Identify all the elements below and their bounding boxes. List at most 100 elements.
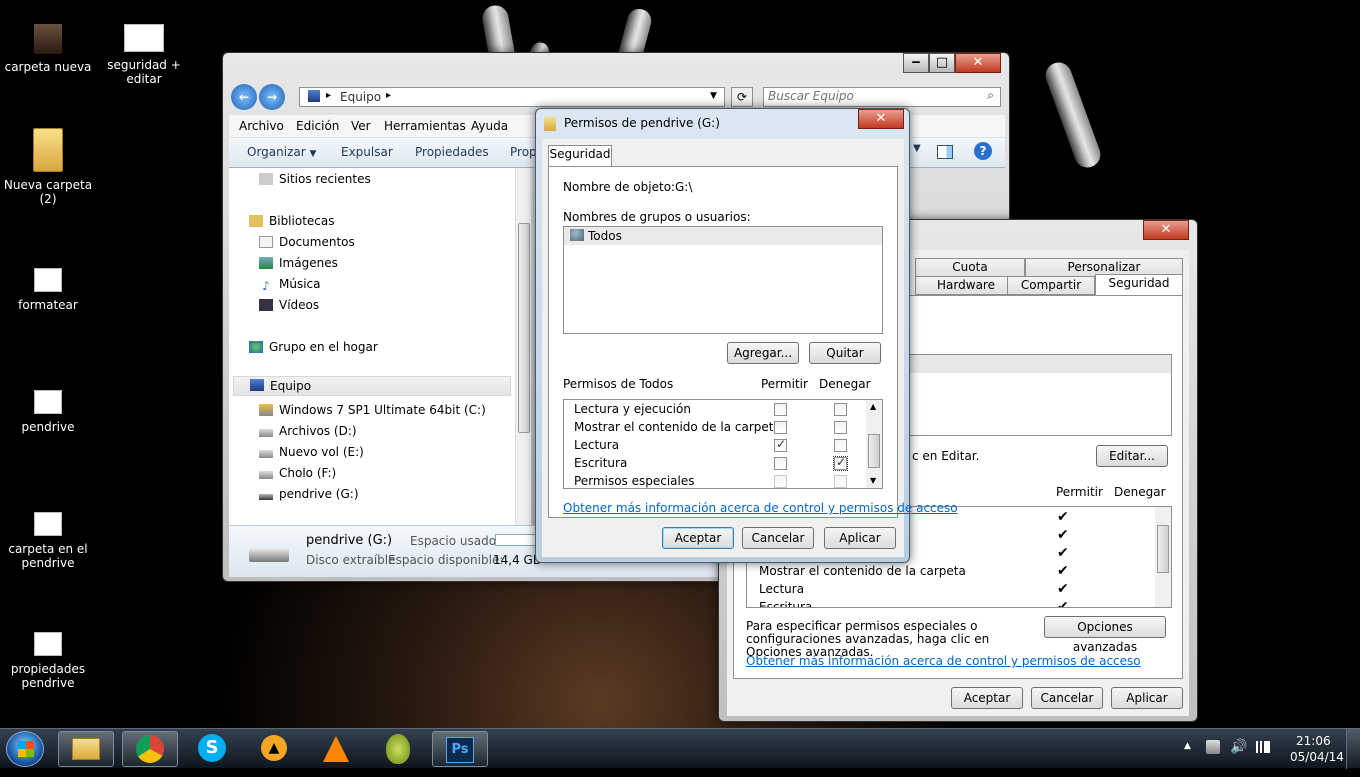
cancel-button[interactable]: Cancelar [742, 527, 814, 549]
search-input[interactable] [768, 89, 968, 103]
view-options-icon[interactable]: ▼ [913, 143, 921, 154]
image-thumbnail-icon [34, 390, 62, 414]
nav-drive-f[interactable]: Cholo (F:) [259, 466, 336, 480]
desktop-icon-carpeta-nueva[interactable]: carpeta nueva [0, 24, 96, 74]
search-box[interactable]: ⌕ [763, 87, 1001, 107]
nav-drive-g[interactable]: pendrive (G:) [259, 487, 359, 501]
menu-herramientas[interactable]: Herramientas [384, 119, 466, 133]
add-button[interactable]: Agregar... [727, 342, 799, 364]
desktop-icon-seguridad-editar[interactable]: seguridad + editar [96, 24, 192, 86]
nav-imagenes[interactable]: Imágenes [259, 256, 338, 270]
more-info-link[interactable]: Obtener más información acerca de contro… [563, 501, 958, 515]
help-icon[interactable]: ? [974, 142, 992, 160]
maximize-button[interactable]: □ [929, 53, 955, 73]
taskbar-vlc[interactable] [308, 731, 364, 767]
clock-date[interactable]: 05/04/14 [1290, 750, 1344, 764]
expulsar-button[interactable]: Expulsar [341, 145, 393, 159]
start-button[interactable] [6, 731, 44, 767]
show-desktop-button[interactable] [1346, 729, 1360, 769]
desktop-icon-nueva-carpeta-2[interactable]: Nueva carpeta (2) [0, 128, 96, 206]
ok-button[interactable]: Aceptar [951, 687, 1023, 709]
address-bar[interactable]: ▸ Equipo ▸ ▼ [299, 87, 725, 107]
organizar-button[interactable]: Organizar ▼ [247, 145, 316, 159]
network-icon[interactable] [1256, 741, 1270, 753]
menu-archivo[interactable]: Archivo [239, 119, 284, 133]
propiedades-sistema-button[interactable]: Prop [510, 145, 537, 159]
allow-checkbox[interactable] [774, 457, 787, 470]
deny-checkbox[interactable] [834, 421, 847, 434]
dialog-tab-panel: Nombre de objeto: G:\ Nombres de grupos … [548, 166, 958, 518]
remove-button[interactable]: Quitar [809, 342, 881, 364]
allow-checkbox[interactable] [774, 437, 787, 452]
permissions-list[interactable]: Lectura y ejecución Mostrar el contenido… [563, 399, 883, 489]
search-icon[interactable]: ⌕ [987, 88, 994, 103]
close-button[interactable]: ✕ [858, 109, 904, 129]
permissions-scrollbar[interactable] [1155, 507, 1171, 607]
minimize-button[interactable]: ‒ [903, 53, 929, 73]
tab-hardware[interactable]: Hardware [915, 276, 1017, 295]
apply-button[interactable]: Aplicar [1111, 687, 1183, 709]
more-info-link[interactable]: Obtener más información acerca de contro… [746, 654, 1141, 668]
deny-checkbox[interactable] [833, 455, 848, 471]
taskbar-aimp[interactable]: ▲ [246, 731, 302, 767]
nav-drive-e[interactable]: Nuevo vol (E:) [259, 445, 364, 459]
menu-edicion[interactable]: Edición [296, 119, 339, 133]
nav-equipo-selected[interactable]: Equipo [233, 376, 511, 396]
nav-documentos[interactable]: Documentos [259, 235, 355, 249]
show-hidden-icons[interactable]: ▲ [1184, 741, 1191, 751]
safely-remove-icon[interactable] [1206, 740, 1220, 754]
nav-grupo-hogar[interactable]: Grupo en el hogar [249, 340, 378, 354]
allow-checkbox[interactable] [774, 403, 787, 416]
edit-button[interactable]: Editar... [1096, 445, 1168, 467]
propiedades-button[interactable]: Propiedades [415, 145, 489, 159]
list-item-todos[interactable]: Todos [564, 227, 882, 245]
taskbar-photoshop[interactable]: Ps [432, 731, 488, 767]
menu-ayuda[interactable]: Ayuda [471, 119, 508, 133]
scrollbar-thumb[interactable] [1157, 525, 1169, 573]
preview-pane-icon[interactable] [937, 145, 953, 159]
tab-cuota[interactable]: Cuota [915, 258, 1025, 277]
deny-checkbox[interactable] [834, 403, 847, 416]
desktop-icon-propiedades-pendrive[interactable]: propiedades pendrive [0, 632, 96, 690]
apply-button[interactable]: Aplicar [824, 527, 896, 549]
allow-checkbox[interactable] [774, 421, 787, 434]
scroll-down-icon[interactable]: ▼ [870, 476, 876, 485]
deny-checkbox[interactable] [834, 439, 847, 452]
back-icon[interactable]: ← [231, 84, 257, 110]
ok-button[interactable]: Aceptar [662, 527, 734, 549]
menu-ver[interactable]: Ver [351, 119, 371, 133]
tab-compartir[interactable]: Compartir [1007, 276, 1095, 295]
nav-bibliotecas[interactable]: Bibliotecas [249, 214, 334, 228]
forward-icon[interactable]: → [259, 84, 285, 110]
desktop-icon-pendrive[interactable]: pendrive [0, 390, 96, 434]
close-button[interactable]: ✕ [955, 53, 1001, 73]
nav-scrollbar[interactable] [515, 168, 531, 525]
nav-label: Grupo en el hogar [269, 340, 378, 354]
desktop-icon-carpeta-en-el-pendrive[interactable]: carpeta en el pendrive [0, 512, 96, 570]
groups-list[interactable]: Todos [563, 226, 883, 334]
tab-seguridad[interactable]: Seguridad [1095, 274, 1183, 296]
advanced-options-button[interactable]: Opciones avanzadas [1044, 616, 1166, 654]
tab-seguridad[interactable]: Seguridad [548, 145, 612, 167]
scrollbar-thumb[interactable] [868, 434, 880, 468]
music-icon: ♪ [262, 279, 270, 293]
taskbar-explorer[interactable] [58, 731, 114, 767]
permissions-scrollbar[interactable]: ▲ ▼ [866, 400, 882, 488]
refresh-icon[interactable]: ⟳ [731, 87, 753, 107]
close-button[interactable]: ✕ [1143, 220, 1189, 240]
nav-videos[interactable]: Vídeos [259, 298, 319, 312]
volume-icon[interactable]: 🔊 [1230, 739, 1247, 755]
nav-drive-c[interactable]: Windows 7 SP1 Ultimate 64bit (C:) [259, 403, 486, 417]
taskbar-skype[interactable]: S [184, 731, 240, 767]
chevron-down-icon[interactable]: ▼ [710, 91, 717, 101]
nav-drive-d[interactable]: Archivos (D:) [259, 424, 357, 438]
taskbar-utorrent[interactable] [370, 731, 426, 767]
taskbar-chrome[interactable] [122, 731, 178, 767]
nav-musica[interactable]: ♪ Música [259, 277, 320, 293]
clock-time[interactable]: 21:06 [1296, 734, 1331, 748]
nav-sitios-recientes[interactable]: Sitios recientes [259, 172, 371, 186]
cancel-button[interactable]: Cancelar [1031, 687, 1103, 709]
desktop-icon-formatear[interactable]: formatear [0, 268, 96, 312]
scrollbar-thumb[interactable] [518, 223, 530, 433]
scroll-up-icon[interactable]: ▲ [870, 402, 876, 411]
